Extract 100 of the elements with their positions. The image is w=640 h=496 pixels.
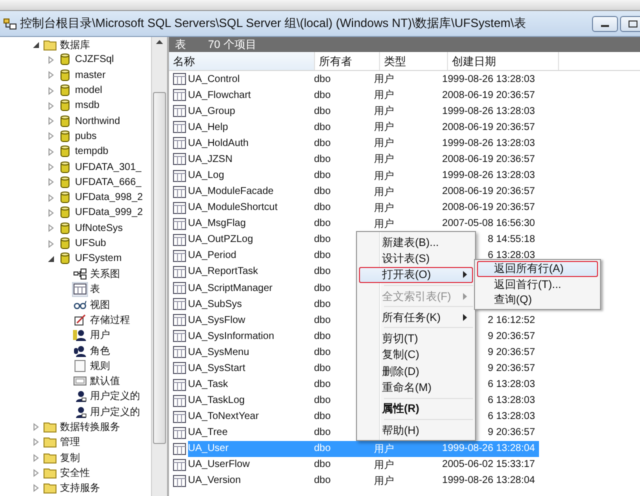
tree-item[interactable]: 数据转换服务 bbox=[60, 420, 120, 434]
table-icon bbox=[173, 378, 186, 391]
tree-item[interactable]: UFSub bbox=[75, 238, 106, 249]
folder-icon bbox=[43, 421, 57, 434]
tree-item[interactable]: 用户定义的 bbox=[90, 404, 140, 419]
database-icon bbox=[60, 84, 70, 98]
tree-item[interactable]: tempdb bbox=[75, 146, 108, 158]
table-name[interactable]: UA_Group bbox=[188, 106, 236, 117]
expander-icon[interactable] bbox=[32, 40, 40, 49]
table-name[interactable]: UA_Period bbox=[188, 250, 236, 262]
menu-item[interactable]: 属性(R) bbox=[359, 400, 473, 417]
table-name[interactable]: UA_Tree bbox=[188, 427, 228, 438]
table-name[interactable]: UA_ScriptManager bbox=[188, 282, 272, 294]
menu-item[interactable]: 返回所有行(A) bbox=[477, 261, 598, 276]
table-icon bbox=[173, 137, 186, 150]
tree-item[interactable]: 规则 bbox=[90, 358, 110, 373]
database-icon bbox=[60, 191, 70, 204]
database-icon bbox=[60, 53, 70, 66]
table-cell: 2005-06-02 15:33:17 bbox=[442, 459, 535, 470]
scrollbar[interactable] bbox=[151, 37, 167, 496]
menu-item[interactable]: 删除(D) bbox=[359, 363, 473, 380]
tree-item[interactable]: 角色 bbox=[90, 344, 110, 358]
menu-item[interactable]: 新建表(B)... bbox=[359, 234, 473, 250]
table-icon bbox=[73, 283, 87, 296]
table-name[interactable]: UA_Log bbox=[188, 170, 224, 181]
menu-item[interactable]: 剪切(T) bbox=[359, 330, 473, 347]
tree-item[interactable]: master bbox=[75, 70, 106, 81]
table-cell: dbo bbox=[314, 282, 331, 294]
table-name[interactable]: UA_ModuleShortcut bbox=[188, 202, 278, 214]
tree-item[interactable]: 用户 bbox=[90, 328, 110, 342]
column-header[interactable]: 创建日期 bbox=[448, 52, 559, 70]
table-name[interactable]: UA_ReportTask bbox=[188, 266, 258, 278]
tree-item[interactable]: 用户定义的 bbox=[90, 389, 140, 404]
folder-icon bbox=[43, 436, 57, 448]
tree-item[interactable]: 存储过程 bbox=[90, 312, 130, 327]
table-name[interactable]: UA_Help bbox=[188, 122, 228, 133]
menu-item[interactable]: 重命名(M) bbox=[359, 379, 473, 396]
column-header[interactable]: 类型 bbox=[380, 52, 448, 70]
table-name[interactable]: UA_SysFlow bbox=[188, 314, 246, 326]
table-name[interactable]: UA_SysInformation bbox=[188, 330, 274, 342]
menu-item[interactable]: 所有任务(K) bbox=[359, 309, 473, 326]
database-icon bbox=[60, 206, 70, 220]
tree-item[interactable]: 视图 bbox=[90, 298, 110, 312]
database-icon bbox=[60, 252, 70, 266]
table-name[interactable]: UA_ModuleFacade bbox=[188, 186, 274, 198]
column-header[interactable]: 所有者 bbox=[315, 52, 380, 70]
tree-item[interactable]: CJZFSql bbox=[75, 54, 114, 66]
table-cell: 1999-08-26 13:28:03 bbox=[442, 74, 535, 85]
scroll-thumb[interactable] bbox=[153, 92, 166, 444]
tree-item[interactable]: msdb bbox=[75, 100, 100, 112]
expander-icon[interactable] bbox=[47, 254, 55, 263]
tree-item[interactable]: UFSystem bbox=[75, 253, 122, 264]
menu-item[interactable]: 查询(Q) bbox=[477, 292, 598, 308]
column-header[interactable]: 名称 bbox=[169, 52, 315, 70]
table-cell: dbo bbox=[314, 346, 331, 358]
panel-title: 表 bbox=[175, 38, 186, 52]
tree-item[interactable]: 数据库 bbox=[60, 38, 90, 52]
table-name[interactable]: UA_SysMenu bbox=[188, 346, 250, 358]
table-cell: dbo bbox=[314, 186, 331, 198]
tree-item[interactable]: 表 bbox=[90, 282, 100, 296]
table-name[interactable]: UA_OutPZLog bbox=[188, 234, 254, 246]
menu-item[interactable]: 设计表(S) bbox=[359, 250, 473, 267]
table-name[interactable]: UA_Task bbox=[188, 379, 228, 390]
tree-item[interactable]: 管理 bbox=[60, 435, 80, 450]
tree-item[interactable]: UFData_999_2 bbox=[75, 207, 143, 218]
menu-item[interactable]: 打开表(O) bbox=[359, 266, 473, 283]
table-cell: dbo bbox=[314, 379, 331, 390]
table-cell: 9 20:36:57 bbox=[488, 330, 535, 342]
diagram-icon bbox=[73, 268, 87, 280]
tree-item[interactable]: UfNoteSys bbox=[75, 222, 123, 234]
table-name[interactable]: UA_HoldAuth bbox=[188, 138, 249, 149]
menu-item[interactable]: 返回首行(T)... bbox=[477, 276, 598, 292]
table-name[interactable]: UA_Version bbox=[188, 475, 241, 486]
tree-item[interactable]: 安全性 bbox=[60, 466, 90, 480]
tree-item[interactable]: pubs bbox=[75, 130, 97, 142]
maximize-button[interactable] bbox=[620, 16, 640, 32]
table-name[interactable]: UA_ToNextYear bbox=[188, 411, 259, 422]
tree-item[interactable]: 复制 bbox=[60, 450, 80, 465]
table-name[interactable]: UA_Control bbox=[188, 74, 240, 85]
tree-item[interactable]: 支持服务 bbox=[60, 481, 100, 496]
tree-item[interactable]: UFDATA_666_ bbox=[75, 176, 142, 188]
table-name[interactable]: UA_MsgFlag bbox=[188, 218, 246, 230]
table-name[interactable]: UA_JZSN bbox=[188, 154, 232, 165]
tree-item[interactable]: UFDATA_301_ bbox=[75, 162, 142, 173]
table-cell: dbo bbox=[314, 411, 331, 422]
table-cell: dbo bbox=[314, 427, 331, 438]
tree-item[interactable]: 默认值 bbox=[90, 374, 120, 388]
tree-item[interactable]: Northwind bbox=[75, 116, 120, 127]
table-name[interactable]: UA_Flowchart bbox=[188, 90, 251, 101]
menu-item[interactable]: 复制(C) bbox=[359, 346, 473, 364]
tree-item[interactable]: 关系图 bbox=[90, 267, 120, 282]
table-name[interactable]: UA_UserFlow bbox=[188, 459, 250, 470]
tree-item[interactable]: UFData_998_2 bbox=[75, 192, 143, 204]
tree-item[interactable]: model bbox=[75, 85, 102, 96]
maximize-icon bbox=[628, 20, 638, 28]
table-name[interactable]: UA_TaskLog bbox=[188, 395, 245, 406]
table-name[interactable]: UA_SubSys bbox=[188, 298, 242, 310]
menu-item[interactable]: 帮助(H) bbox=[359, 422, 473, 438]
table-name[interactable]: UA_SysStart bbox=[188, 362, 246, 374]
minimize-button[interactable] bbox=[592, 16, 618, 32]
